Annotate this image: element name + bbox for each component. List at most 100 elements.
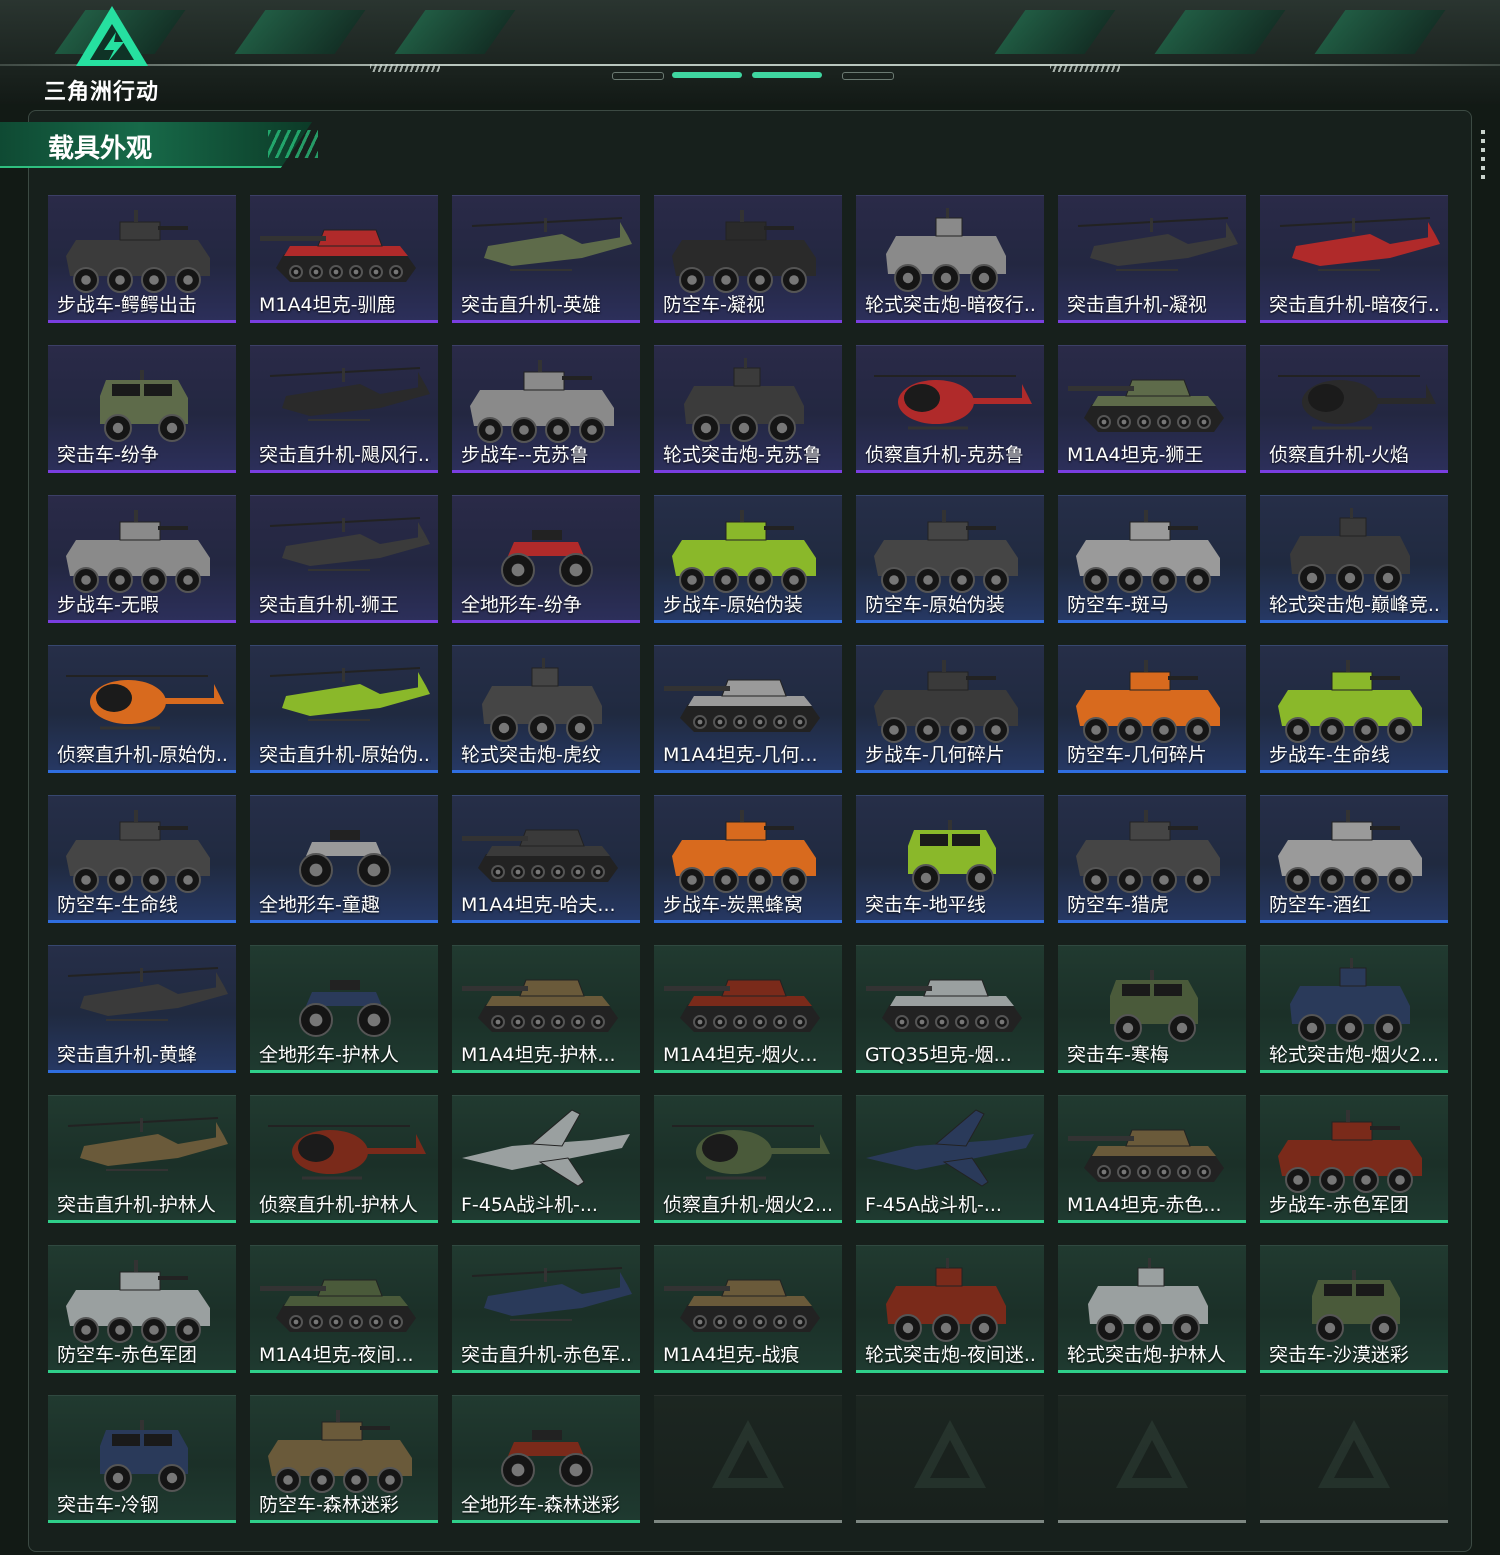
skin-card[interactable]: 步战车-原始伪装 xyxy=(654,495,842,623)
vehicle-scout-image xyxy=(1278,375,1436,430)
skin-card-label: 突击车-寒梅 xyxy=(1067,1044,1169,1066)
skin-card-label: 侦察直升机-火焰 xyxy=(1269,444,1409,466)
skin-card[interactable]: M1A4坦克-夜间... xyxy=(250,1245,438,1373)
empty-skin-slot xyxy=(856,1395,1044,1523)
vehicle-atv-image xyxy=(299,830,391,887)
skin-card-label: 轮式突击炮-克苏鲁 xyxy=(663,444,822,466)
skin-card-label: 防空车-森林迷彩 xyxy=(259,1494,399,1516)
skin-card-label: 侦察直升机-烟火2... xyxy=(663,1194,834,1216)
vehicle-scout-image xyxy=(672,1125,830,1180)
skin-card[interactable]: M1A4坦克-几何... xyxy=(654,645,842,773)
skin-card-label: 侦察直升机-克苏鲁 xyxy=(865,444,1024,466)
skin-card[interactable]: M1A4坦克-战痕 xyxy=(654,1245,842,1373)
skin-card[interactable]: 防空车-森林迷彩 xyxy=(250,1395,438,1523)
vehicle-truck-image xyxy=(100,370,188,442)
skin-card[interactable]: 侦察直升机-克苏鲁 xyxy=(856,345,1044,473)
skin-card[interactable]: 轮式突击炮-烟火2... xyxy=(1260,945,1448,1073)
skin-card-label: 防空车-酒红 xyxy=(1269,894,1371,916)
skin-card-label: 步战车-生命线 xyxy=(1269,744,1390,766)
vehicle-atv-image xyxy=(299,980,391,1037)
skin-card[interactable]: 突击直升机-原始伪... xyxy=(250,645,438,773)
skin-card[interactable]: 步战车-鳄鳄出击 xyxy=(48,195,236,323)
skin-card[interactable]: 突击车-寒梅 xyxy=(1058,945,1246,1073)
skin-card[interactable]: GTQ35坦克-烟... xyxy=(856,945,1044,1073)
vehicle-ifv-image xyxy=(672,510,816,593)
skin-card[interactable]: 轮式突击炮-巅峰竞... xyxy=(1260,495,1448,623)
skin-card[interactable]: 全地形车-森林迷彩 xyxy=(452,1395,640,1523)
skin-card[interactable]: 突击车-冷钢 xyxy=(48,1395,236,1523)
skin-card[interactable]: M1A4坦克-烟火... xyxy=(654,945,842,1073)
skin-card[interactable]: 突击直升机-英雄 xyxy=(452,195,640,323)
banner-divider xyxy=(0,64,1500,66)
skin-card[interactable]: 步战车-炭黑蜂窝 xyxy=(654,795,842,923)
skin-card[interactable]: M1A4坦克-哈夫... xyxy=(452,795,640,923)
skin-card[interactable]: 突击车-纷争 xyxy=(48,345,236,473)
skin-card[interactable]: 突击车-沙漠迷彩 xyxy=(1260,1245,1448,1373)
skin-card[interactable]: 步战车-几何碎片 xyxy=(856,645,1044,773)
skin-card-label: 突击直升机-赤色军... xyxy=(461,1344,633,1366)
banner-indicator xyxy=(612,72,664,80)
skin-card[interactable]: 突击直升机-赤色军... xyxy=(452,1245,640,1373)
skin-card[interactable]: 轮式突击炮-护林人 xyxy=(1058,1245,1246,1373)
skin-card[interactable]: 全地形车-护林人 xyxy=(250,945,438,1073)
scrollbar[interactable] xyxy=(1481,130,1485,180)
skin-card[interactable]: M1A4坦克-驯鹿 xyxy=(250,195,438,323)
skin-card-label: 突击直升机-狮王 xyxy=(259,594,399,616)
skin-card[interactable]: 防空车-酒红 xyxy=(1260,795,1448,923)
skin-card[interactable]: 突击直升机-飓风行... xyxy=(250,345,438,473)
skin-card[interactable]: M1A4坦克-护林... xyxy=(452,945,640,1073)
skin-card[interactable]: 防空车-几何碎片 xyxy=(1058,645,1246,773)
skin-card[interactable]: 防空车-原始伪装 xyxy=(856,495,1044,623)
skin-card[interactable]: F-45A战斗机-... xyxy=(452,1095,640,1223)
banner-indicator-active xyxy=(752,72,822,78)
vehicle-heli-image xyxy=(269,517,430,571)
skin-card[interactable]: 全地形车-童趣 xyxy=(250,795,438,923)
skin-card[interactable]: 突击直升机-黄蜂 xyxy=(48,945,236,1073)
skin-card-label: M1A4坦克-护林... xyxy=(461,1044,616,1066)
vehicle-tank-image xyxy=(462,829,618,882)
skin-card[interactable]: M1A4坦克-狮王 xyxy=(1058,345,1246,473)
skin-card-label: F-45A战斗机-... xyxy=(865,1194,1002,1216)
skin-card-label: 轮式突击炮-烟火2... xyxy=(1269,1044,1440,1066)
skin-card[interactable]: 防空车-赤色军团 xyxy=(48,1245,236,1373)
skin-card[interactable]: 防空车-猎虎 xyxy=(1058,795,1246,923)
vehicle-truck-image xyxy=(908,820,996,892)
skin-card[interactable]: 侦察直升机-烟火2... xyxy=(654,1095,842,1223)
skin-card[interactable]: 轮式突击炮-暗夜行... xyxy=(856,195,1044,323)
skin-card-label: 突击直升机-原始伪... xyxy=(259,744,431,766)
skin-card[interactable]: 全地形车-纷争 xyxy=(452,495,640,623)
skin-card[interactable]: 步战车--克苏鲁 xyxy=(452,345,640,473)
skin-card[interactable]: 突击直升机-凝视 xyxy=(1058,195,1246,323)
vehicle-tank-image xyxy=(1068,1129,1224,1182)
banner-stripe xyxy=(994,10,1116,54)
skin-card[interactable]: 步战车-无暇 xyxy=(48,495,236,623)
skin-card[interactable]: 步战车-赤色军团 xyxy=(1260,1095,1448,1223)
skin-card[interactable]: M1A4坦克-赤色... xyxy=(1058,1095,1246,1223)
skin-card[interactable]: 侦察直升机-原始伪... xyxy=(48,645,236,773)
skin-card-label: 突击直升机-暗夜行... xyxy=(1269,294,1441,316)
vehicle-heli-image xyxy=(67,1117,228,1171)
vehicle-ifv-image xyxy=(1278,1110,1422,1193)
skin-card[interactable]: 防空车-斑马 xyxy=(1058,495,1246,623)
empty-skin-slot xyxy=(1260,1395,1448,1523)
skin-card[interactable]: 轮式突击炮-克苏鲁 xyxy=(654,345,842,473)
skin-card[interactable]: 轮式突击炮-虎纹 xyxy=(452,645,640,773)
skin-card-label: 步战车-炭黑蜂窝 xyxy=(663,894,803,916)
skin-card-label: M1A4坦克-狮王 xyxy=(1067,444,1204,466)
skin-card[interactable]: F-45A战斗机-... xyxy=(856,1095,1044,1223)
vehicle-heli-image xyxy=(269,367,430,421)
skin-card[interactable]: 突击直升机-护林人 xyxy=(48,1095,236,1223)
skin-card[interactable]: 防空车-生命线 xyxy=(48,795,236,923)
skin-card[interactable]: 突击直升机-狮王 xyxy=(250,495,438,623)
skin-card[interactable]: 突击直升机-暗夜行... xyxy=(1260,195,1448,323)
skin-card[interactable]: 侦察直升机-护林人 xyxy=(250,1095,438,1223)
skin-card[interactable]: 步战车-生命线 xyxy=(1260,645,1448,773)
skin-card[interactable]: 轮式突击炮-夜间迷... xyxy=(856,1245,1044,1373)
skin-card[interactable]: 防空车-凝视 xyxy=(654,195,842,323)
skin-card-label: 侦察直升机-原始伪... xyxy=(57,744,229,766)
banner-indicator-active xyxy=(672,72,742,78)
skin-card[interactable]: 突击车-地平线 xyxy=(856,795,1044,923)
vehicle-tank-image xyxy=(260,1279,416,1332)
skin-card-label: 突击车-沙漠迷彩 xyxy=(1269,1344,1409,1366)
skin-card[interactable]: 侦察直升机-火焰 xyxy=(1260,345,1448,473)
